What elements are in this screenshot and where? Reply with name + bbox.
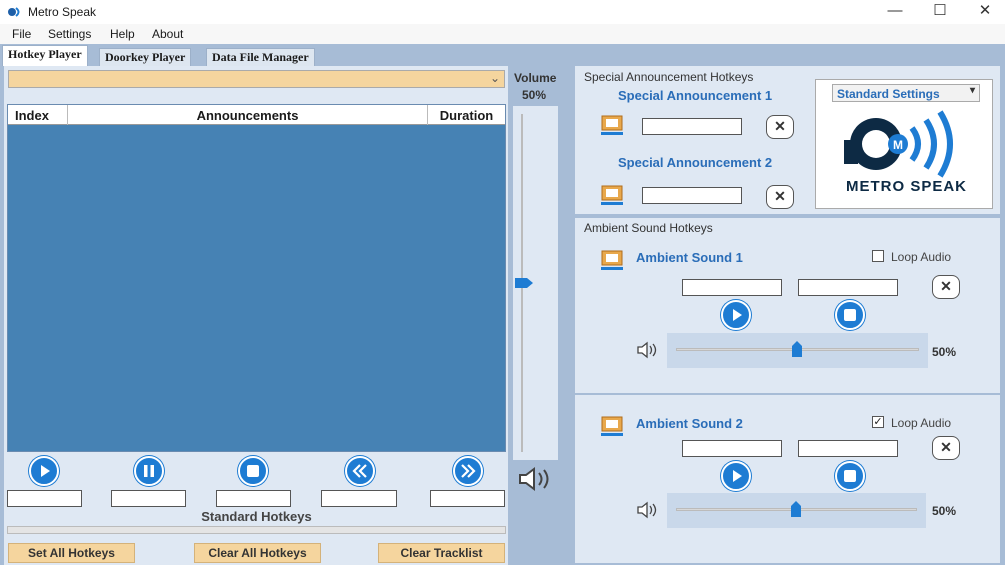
special-announcement-title: Special Announcement Hotkeys [584,70,754,84]
logo-box: Standard Settings ▾ M METRO SPEAK [815,79,993,209]
next-hotkey-field[interactable] [430,490,505,507]
ambient-2-stop-hotkey-field[interactable] [798,440,898,457]
ambient-1-volume-slider[interactable] [667,333,928,368]
column-duration[interactable]: Duration [428,105,505,125]
clear-ambient-1-button[interactable]: ✕ [932,275,960,299]
special-announcement-1-label: Special Announcement 1 [618,88,773,103]
play-icon [733,309,742,321]
ambient-divider [575,393,1000,395]
pause-button[interactable] [134,456,164,486]
maximize-button[interactable]: ☐ [917,0,963,24]
logo-text: METRO SPEAK [846,178,968,195]
loop-audio-2-label: Loop Audio [891,416,952,430]
hotkey-icon[interactable] [600,184,624,206]
stop-button[interactable] [238,456,268,486]
double-chevron-right-icon [461,464,476,478]
volume-thumb[interactable] [514,277,534,289]
volume-slider[interactable] [513,106,558,460]
list-header: Index Announcements Duration [8,105,505,125]
next-button[interactable] [453,456,483,486]
menu-help[interactable]: Help [110,27,135,41]
ambient-sound-1-label: Ambient Sound 1 [636,250,743,265]
tab-hotkey-player[interactable]: Hotkey Player [2,45,88,66]
ambient-2-play-button[interactable] [721,461,751,491]
hotkey-icon[interactable] [600,114,624,136]
metro-speak-logo-icon: M [844,110,953,178]
clear-ambient-2-button[interactable]: ✕ [932,436,960,460]
pause-icon [144,465,154,477]
ambient-1-play-button[interactable] [721,300,751,330]
stop-icon [844,309,856,321]
previous-button[interactable] [345,456,375,486]
menu-about[interactable]: About [152,27,183,41]
set-all-hotkeys-button[interactable]: Set All Hotkeys [8,543,135,563]
ambient-2-play-hotkey-field[interactable] [682,440,782,457]
stop-icon [844,470,856,482]
settings-select-value: Standard Settings [837,87,940,101]
chevron-down-icon: ⌄ [489,71,500,85]
column-index[interactable]: Index [8,105,68,125]
volume-label: Volume [514,71,557,85]
close-button[interactable]: ✕ [962,0,1005,24]
tab-data-file-manager[interactable]: Data File Manager [206,48,315,66]
check-icon: ✓ [873,416,883,428]
slider-thumb[interactable] [790,500,802,518]
ambient-sound-2-label: Ambient Sound 2 [636,416,743,431]
tracklist-dropdown[interactable]: ⌄ [8,70,505,88]
ambient-2-stop-button[interactable] [835,461,865,491]
announcements-list[interactable]: Index Announcements Duration [7,104,506,452]
clear-special-announcement-1-button[interactable]: ✕ [766,115,794,139]
loop-audio-1-checkbox[interactable] [872,250,884,262]
ambient-2-volume-slider[interactable] [667,493,926,528]
window-title: Metro Speak [28,5,97,19]
play-icon [733,470,742,482]
stop-hotkey-field[interactable] [216,490,291,507]
special-announcement-1-field[interactable] [642,118,742,135]
previous-hotkey-field[interactable] [321,490,397,507]
ambient-sound-title: Ambient Sound Hotkeys [584,221,713,235]
clear-tracklist-button[interactable]: Clear Tracklist [378,543,505,563]
slider-thumb[interactable] [791,340,803,358]
loop-audio-1-label: Loop Audio [891,250,952,264]
speaker-icon [637,501,657,519]
close-icon: ✕ [940,278,952,294]
speaker-icon [519,467,549,491]
svg-text:M: M [893,138,903,152]
ambient-1-play-hotkey-field[interactable] [682,279,782,296]
play-hotkey-field[interactable] [7,490,82,507]
hotkey-icon[interactable] [600,249,624,271]
ambient-2-volume-value: 50% [932,504,957,518]
clear-all-hotkeys-button[interactable]: Clear All Hotkeys [194,543,321,563]
loop-audio-2-checkbox[interactable]: ✓ [872,416,884,428]
volume-value: 50% [522,88,547,102]
special-announcement-2-label: Special Announcement 2 [618,155,773,170]
menu-file[interactable]: File [12,27,31,41]
menu-bar: File Settings Help About [0,24,1005,44]
dropdown-arrow-icon: ▾ [969,85,975,96]
minimize-button[interactable]: — [872,0,918,24]
ambient-1-stop-hotkey-field[interactable] [798,279,898,296]
close-icon: ✕ [774,188,786,204]
ambient-1-stop-button[interactable] [835,300,865,330]
hotkey-icon[interactable] [600,415,624,437]
pause-hotkey-field[interactable] [111,490,186,507]
tab-doorkey-player[interactable]: Doorkey Player [99,48,192,66]
play-button[interactable] [29,456,59,486]
column-announcements[interactable]: Announcements [68,105,428,125]
special-announcement-2-field[interactable] [642,187,742,204]
ambient-1-volume-value: 50% [932,345,957,359]
stop-icon [247,465,259,477]
close-icon: ✕ [774,118,786,134]
menu-settings[interactable]: Settings [48,27,91,41]
double-chevron-left-icon [352,464,367,478]
speaker-icon [637,341,657,359]
app-icon [8,7,20,17]
close-icon: ✕ [940,439,952,455]
clear-special-announcement-2-button[interactable]: ✕ [766,185,794,209]
play-icon [41,465,50,477]
progress-bar [7,526,506,534]
standard-hotkeys-label: Standard Hotkeys [201,509,312,524]
title-bar: Metro Speak — ☐ ✕ [0,0,1005,24]
settings-select[interactable]: Standard Settings ▾ [832,84,980,102]
